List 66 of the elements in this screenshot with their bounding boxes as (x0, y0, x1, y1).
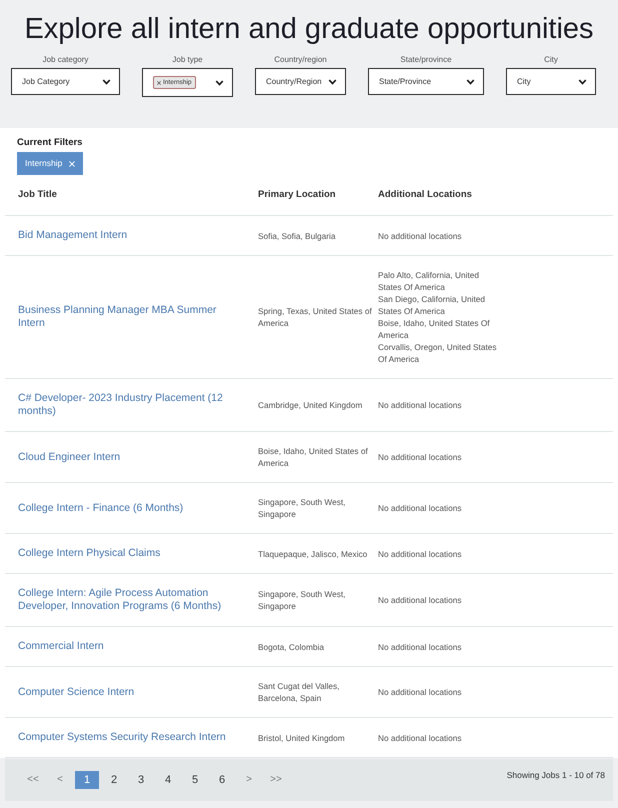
chevron-down-icon (578, 78, 587, 84)
dropdown[interactable]: City (506, 68, 596, 95)
chevron-down-icon (102, 78, 111, 84)
column-header: Additional Locations (378, 189, 472, 201)
location-text: No additional locations (378, 686, 462, 698)
job-title-link[interactable]: Computer Science Intern (18, 686, 134, 698)
location-text: Corvallis, Oregon, United States Of America (378, 341, 498, 365)
page-button[interactable]: 2 (102, 771, 126, 789)
page-button[interactable]: > (237, 771, 261, 789)
location-text: No additional locations (378, 230, 462, 242)
job-title-link[interactable]: College Intern Physical Claims (18, 547, 160, 560)
filter-label: State/province (400, 55, 452, 65)
page-title: Explore all intern and graduate opportunities (24, 12, 594, 46)
job-title-link[interactable]: College Intern: Agile Process Automation Developer, Innovation Programs (6 Months) (18, 587, 232, 613)
location-text: Boise, Idaho, United States Of America (378, 317, 491, 341)
column-header: Primary Location (258, 189, 336, 201)
current-filters-heading: Current Filters (17, 137, 82, 149)
location-text: Tlaquepaque, Jalisco, Mexico (258, 548, 368, 560)
job-title-link[interactable]: Computer Systems Security Research Intern (18, 731, 226, 744)
job-title-link[interactable]: C# Developer- 2023 Industry Placement (12 months) (18, 392, 232, 418)
location-text: Singapore, South West, Singapore (258, 588, 346, 612)
location-text: No additional locations (378, 548, 462, 560)
page-button[interactable]: 3 (129, 771, 153, 789)
page-button[interactable]: >> (264, 771, 288, 789)
page-button[interactable]: << (21, 771, 45, 789)
chevron-down-icon (328, 78, 337, 84)
dropdown[interactable]: Country/Region (255, 68, 346, 95)
job-title-link[interactable]: Cloud Engineer Intern (18, 450, 120, 464)
dropdown[interactable]: Job Category (11, 68, 120, 95)
location-text: No additional locations (378, 502, 462, 514)
location-text: No additional locations (378, 732, 462, 744)
chevron-down-icon (466, 78, 475, 84)
filter-label: City (544, 55, 558, 65)
location-text: Singapore, South West, Singapore (258, 496, 346, 520)
filter-chip[interactable]: Internship (17, 152, 84, 175)
page-button[interactable]: 4 (156, 771, 180, 789)
location-text: Bogota, Colombia (258, 640, 324, 652)
job-title-link[interactable]: Business Planning Manager MBA Summer Intern (18, 304, 232, 330)
close-icon (157, 80, 161, 84)
filter-label: Job category (42, 55, 88, 65)
results-summary: Showing Jobs 1 - 10 of 78 (506, 770, 605, 781)
page-button[interactable]: 5 (183, 771, 207, 789)
dropdown[interactable]: State/Province (368, 68, 484, 95)
location-text: Spring, Texas, United States of America (258, 305, 373, 329)
job-title-link[interactable]: Commercial Intern (18, 640, 104, 653)
location-text: Bristol, United Kingdom (258, 732, 345, 744)
location-text: No additional locations (378, 399, 462, 411)
filter-label: Country/region (274, 55, 327, 65)
column-header: Job Title (18, 189, 57, 201)
current-page-button[interactable]: 1 (75, 771, 99, 789)
page-button[interactable]: 6 (210, 771, 234, 789)
location-text: No additional locations (378, 640, 462, 652)
filter-label: Job type (172, 55, 203, 65)
location-text: Boise, Idaho, United States of America (258, 445, 369, 469)
chevron-down-icon (215, 80, 224, 86)
page-button[interactable]: < (48, 771, 72, 789)
close-icon (69, 160, 76, 166)
location-text: San Diego, California, United States Of America (378, 293, 486, 317)
job-title-link[interactable]: College Intern - Finance (6 Months) (18, 502, 184, 514)
location-text: Sofia, Sofia, Bulgaria (258, 230, 336, 242)
location-text: Cambridge, United Kingdom (258, 399, 362, 411)
location-text: Sant Cugat del Valles, Barcelona, Spain (258, 680, 340, 704)
job-title-link[interactable]: Bid Management Intern (18, 229, 128, 242)
location-text: No additional locations (378, 594, 462, 606)
location-text: No additional locations (378, 451, 462, 463)
location-text: Palo Alto, California, United States Of America (378, 269, 480, 293)
